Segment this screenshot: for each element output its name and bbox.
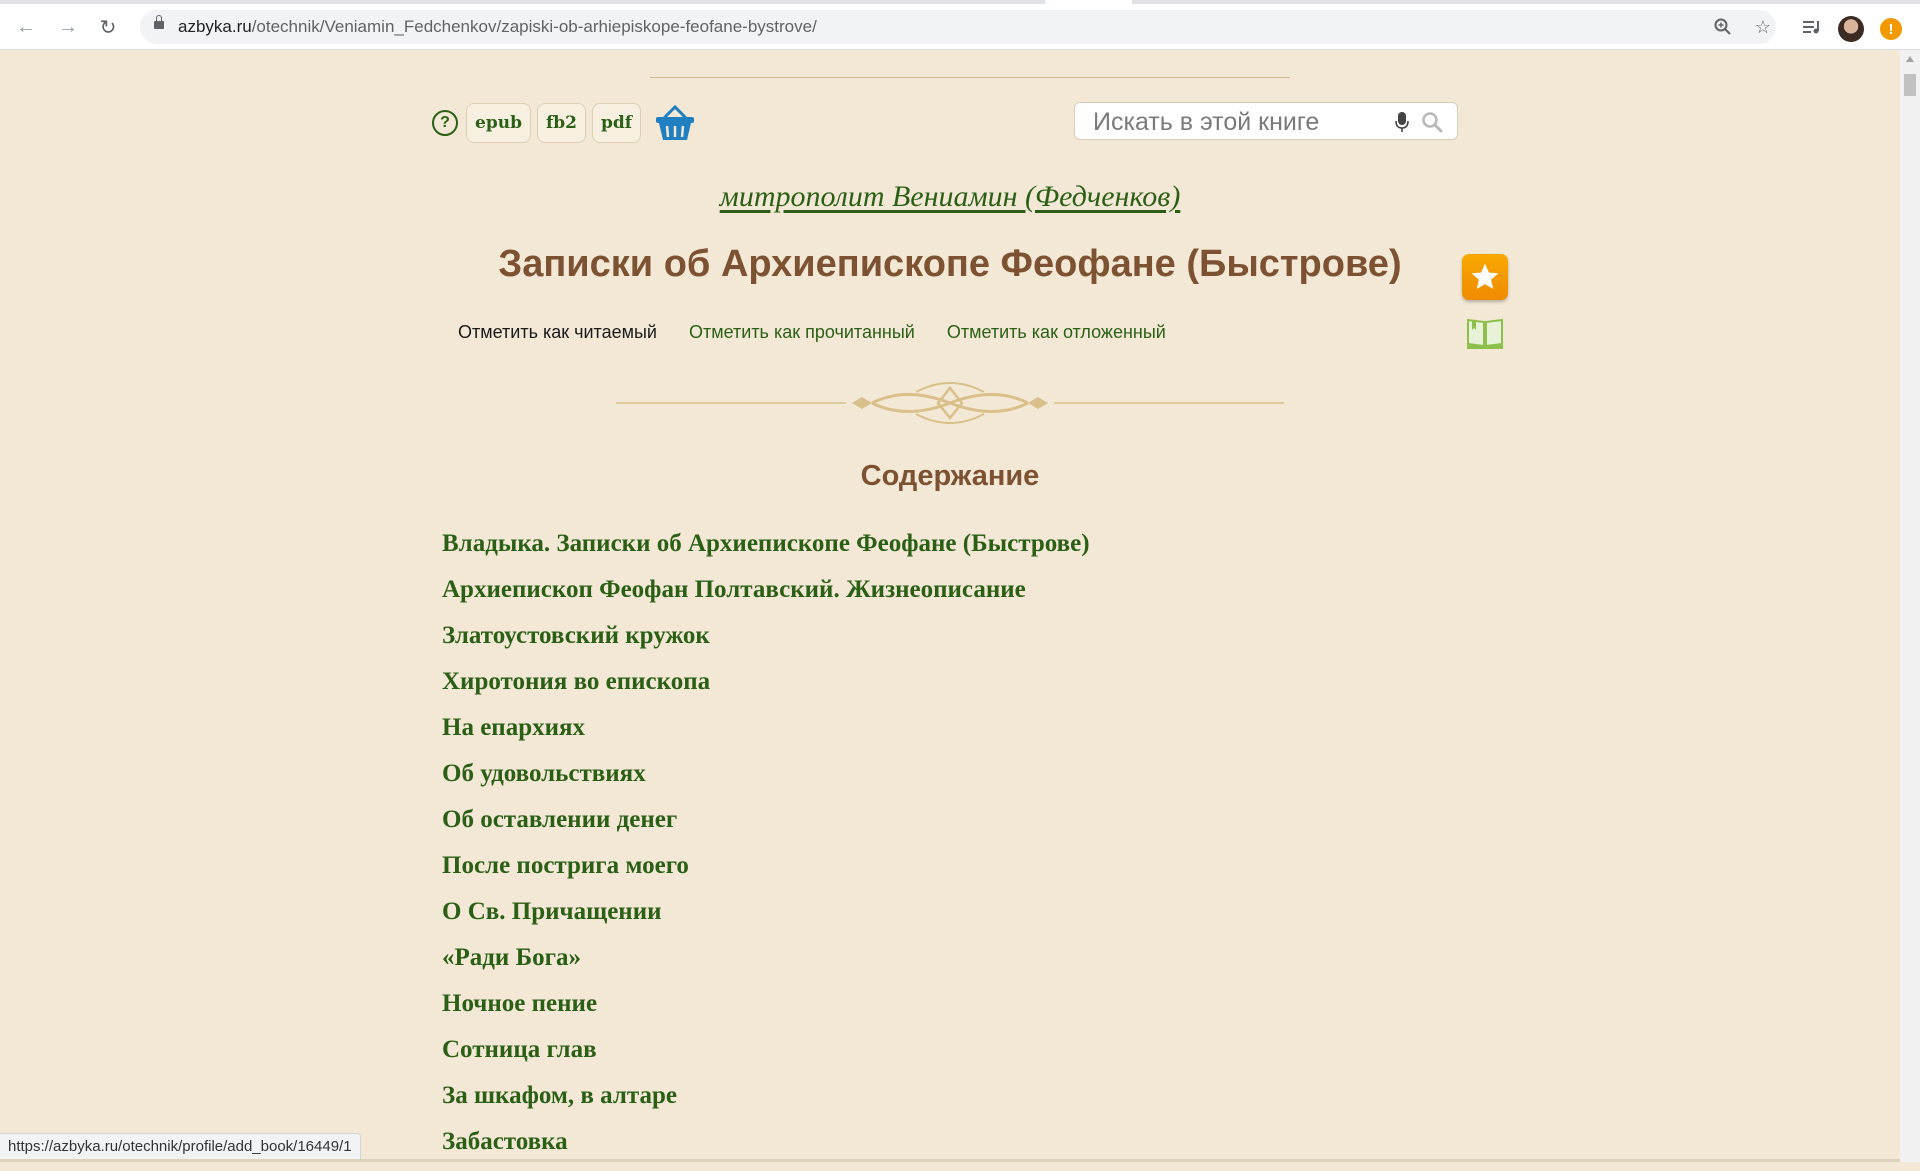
url-host: azbyka.ru — [178, 17, 252, 36]
url-path: /otechnik/Veniamin_Fedchenkov/zapiski-ob… — [251, 17, 817, 36]
address-bar[interactable]: azbyka.ru/otechnik/Veniamin_Fedchenkov/z… — [140, 10, 1776, 44]
toc-item[interactable]: Архиепископ Феофан Полтавский. Жизнеопис… — [442, 573, 1090, 619]
toc-item[interactable]: О Св. Причащении — [442, 895, 1090, 941]
basket-icon[interactable] — [653, 103, 697, 143]
mark-reading-link[interactable]: Отметить как читаемый — [458, 322, 657, 343]
toc-item[interactable]: Об удовольствиях — [442, 757, 1090, 803]
url-text[interactable]: azbyka.ru/otechnik/Veniamin_Fedchenkov/z… — [178, 17, 817, 37]
toc-item[interactable]: На епархиях — [442, 711, 1090, 757]
toc-item[interactable]: Хиротония во епископа — [442, 665, 1090, 711]
scroll-up-arrow-icon[interactable] — [1906, 56, 1914, 62]
table-of-contents: Владыка. Записки об Архиепископе Феофане… — [442, 527, 1090, 1171]
toc-item[interactable]: Златоустовский кружок — [442, 619, 1090, 665]
bookmark-star-icon[interactable]: ☆ — [1750, 14, 1776, 40]
open-book-icon[interactable] — [1466, 316, 1504, 350]
mic-icon[interactable] — [1395, 111, 1409, 133]
help-icon[interactable]: ? — [432, 110, 458, 136]
book-search-field[interactable] — [1074, 102, 1458, 141]
ornament-divider — [616, 382, 1284, 424]
toc-item[interactable]: Об оставлении денег — [442, 803, 1090, 849]
download-epub-button[interactable]: epub — [466, 103, 531, 143]
alert-icon[interactable]: ! — [1880, 18, 1902, 40]
toc-item[interactable]: Ночное пение — [442, 987, 1090, 1033]
top-divider — [650, 77, 1290, 78]
download-pdf-button[interactable]: pdf — [591, 103, 642, 143]
reload-icon[interactable]: ↻ — [94, 13, 122, 41]
book-author-link[interactable]: митрополит Вениамин (Федченков) — [0, 180, 1900, 214]
toc-item[interactable]: Забастовка — [442, 1125, 1090, 1171]
search-icon[interactable] — [1421, 111, 1443, 133]
toc-item[interactable]: Сотница глав — [442, 1033, 1090, 1079]
lock-icon[interactable] — [154, 15, 164, 29]
scroll-thumb[interactable] — [1904, 74, 1916, 96]
profile-avatar[interactable] — [1838, 16, 1864, 42]
toc-item[interactable]: Владыка. Записки об Архиепископе Феофане… — [442, 527, 1090, 573]
mark-postponed-link[interactable]: Отметить как отложенный — [947, 322, 1166, 343]
media-queue-icon[interactable] — [1798, 13, 1826, 41]
zoom-icon[interactable] — [1710, 14, 1736, 40]
book-toolbar: ? epub fb2 pdf — [432, 103, 697, 143]
reading-status-links: Отметить как читаемый Отметить как прочи… — [458, 322, 1166, 343]
toc-item[interactable]: За шкафом, в алтаре — [442, 1079, 1090, 1125]
book-title: Записки об Архиепископе Феофане (Быстров… — [498, 243, 1402, 285]
search-input[interactable] — [1091, 103, 1385, 141]
forward-icon[interactable]: → — [54, 13, 82, 41]
back-icon[interactable]: ← — [12, 13, 40, 41]
toc-item[interactable]: После пострига моего — [442, 849, 1090, 895]
download-fb2-button[interactable]: fb2 — [536, 103, 586, 143]
link-status-bar: https://azbyka.ru/otechnik/profile/add_b… — [0, 1133, 361, 1161]
mark-read-link[interactable]: Отметить как прочитанный — [689, 322, 915, 343]
page-scrollbar[interactable] — [1900, 50, 1920, 1162]
favorite-star-icon[interactable] — [1462, 254, 1508, 300]
browser-toolbar: ← → ↻ azbyka.ru/otechnik/Veniamin_Fedche… — [0, 4, 1920, 50]
toc-heading: Содержание — [860, 460, 1040, 492]
toc-item[interactable]: «Ради Бога» — [442, 941, 1090, 987]
